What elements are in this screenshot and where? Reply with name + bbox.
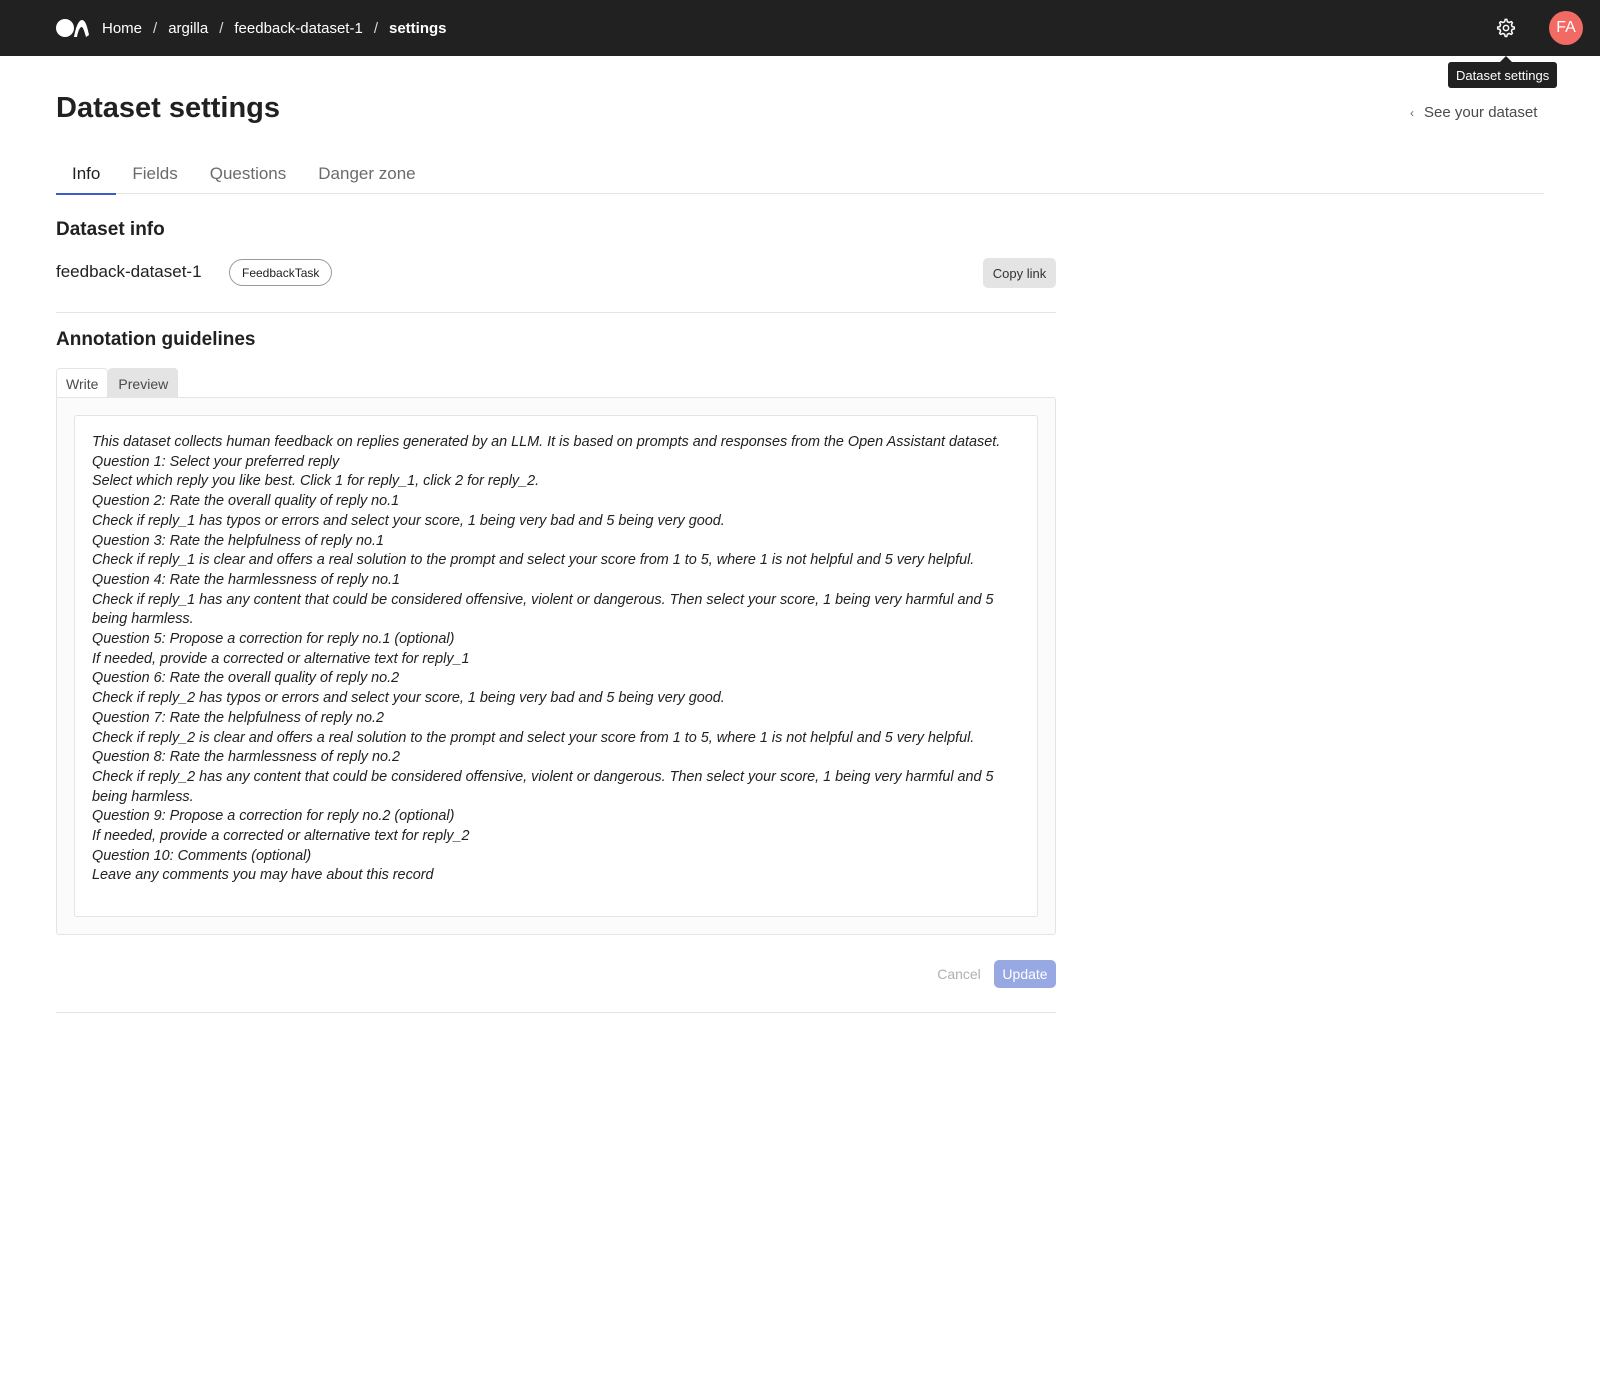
see-your-dataset-label: See your dataset (1424, 104, 1538, 121)
guideline-line: Question 2: Rate the overall quality of … (92, 493, 400, 510)
settings-tabs: Info Fields Questions Danger zone (56, 158, 1544, 195)
guideline-line: Question 4: Rate the harmlessness of rep… (92, 571, 400, 588)
update-button[interactable]: Update (994, 960, 1056, 988)
dataset-settings-button[interactable] (1494, 16, 1518, 40)
tab-questions[interactable]: Questions (194, 158, 303, 194)
guideline-line: Check if reply_2 has typos or errors and… (92, 690, 725, 707)
guideline-line: Question 1: Select your preferred reply (92, 453, 340, 470)
copy-link-button[interactable]: Copy link (983, 258, 1056, 288)
section-divider (56, 312, 1056, 313)
chevron-left-icon: ‹ (1410, 105, 1414, 120)
guideline-line: Question 6: Rate the overall quality of … (92, 670, 400, 687)
guidelines-textarea[interactable]: This dataset collects human feedback on … (74, 415, 1038, 917)
breadcrumb-home[interactable]: Home (102, 20, 142, 37)
guideline-line: Leave any comments you may have about th… (92, 867, 434, 884)
guideline-line: Check if reply_1 has any content that co… (92, 591, 998, 628)
dataset-info-title: Dataset info (56, 219, 165, 240)
guideline-line: Question 10: Comments (optional) (92, 847, 312, 864)
guideline-line: Select which reply you like best. Click … (92, 473, 540, 490)
user-avatar[interactable]: FA (1549, 11, 1583, 45)
dataset-settings-tooltip: Dataset settings (1448, 62, 1558, 88)
tab-info[interactable]: Info (56, 158, 117, 195)
guideline-line: Question 7: Rate the helpfulness of repl… (92, 709, 384, 726)
argilla-logo[interactable] (56, 18, 90, 38)
guideline-line: Question 8: Rate the harmlessness of rep… (92, 749, 400, 766)
guideline-line: Question 5: Propose a correction for rep… (92, 631, 455, 648)
breadcrumb: Home / argilla / feedback-dataset-1 / se… (102, 0, 447, 56)
guideline-line: Question 3: Rate the helpfulness of repl… (92, 532, 384, 549)
breadcrumb-current: settings (388, 19, 447, 37)
annotation-guidelines-title: Annotation guidelines (56, 329, 256, 350)
guideline-line: Check if reply_2 is clear and offers a r… (92, 729, 975, 746)
dataset-name: feedback-dataset-1 (56, 262, 202, 281)
guideline-line: If needed, provide a corrected or altern… (92, 650, 470, 667)
guideline-line: Question 9: Propose a correction for rep… (92, 808, 455, 825)
editor-mode-tabs: Write Preview (56, 368, 179, 398)
tab-fields[interactable]: Fields (116, 158, 193, 194)
guideline-line: If needed, provide a corrected or altern… (92, 828, 470, 845)
breadcrumb-separator: / (219, 19, 224, 37)
guideline-line: Check if reply_2 has any content that co… (92, 768, 998, 805)
guidelines-editor: This dataset collects human feedback on … (56, 397, 1056, 935)
top-navigation-bar: Home / argilla / feedback-dataset-1 / se… (0, 0, 1600, 56)
task-badge: FeedbackTask (229, 259, 333, 286)
tab-danger-zone[interactable]: Danger zone (302, 158, 431, 194)
guideline-line: Check if reply_1 is clear and offers a r… (92, 552, 975, 569)
gear-icon (1496, 18, 1516, 38)
section-divider (56, 1012, 1056, 1013)
page-title: Dataset settings (56, 92, 281, 124)
breadcrumb-workspace[interactable]: argilla (168, 20, 208, 37)
cancel-button[interactable]: Cancel (928, 960, 990, 988)
breadcrumb-separator: / (373, 19, 378, 37)
breadcrumb-separator: / (153, 19, 158, 37)
write-tab[interactable]: Write (56, 368, 109, 398)
breadcrumb-dataset[interactable]: feedback-dataset-1 (234, 20, 362, 37)
guideline-line: This dataset collects human feedback on … (92, 434, 1001, 450)
preview-tab[interactable]: Preview (108, 368, 179, 398)
see-your-dataset-link[interactable]: ‹ See your dataset (1410, 104, 1537, 121)
guideline-line: Check if reply_1 has typos or errors and… (92, 512, 725, 529)
